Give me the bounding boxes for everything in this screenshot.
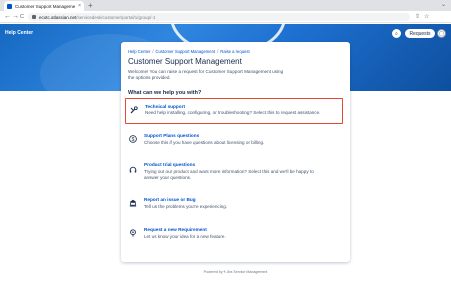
address-bar[interactable]: ecotc.atlassian.net/servicedesk/customer… bbox=[28, 13, 410, 21]
request-type-support-plans[interactable]: $ Support Plans questions Choose this if… bbox=[128, 133, 340, 149]
request-type-name: Report an issue or Bug bbox=[144, 197, 196, 202]
lightbulb-icon bbox=[129, 229, 137, 237]
request-type-technical-support[interactable]: Technical support Need help installing, … bbox=[125, 98, 343, 124]
browser-toolbar: ← → C ecotc.atlassian.net/servicedesk/cu… bbox=[0, 11, 451, 23]
request-type-new-requirement[interactable]: Request a new Requirement Let us know yo… bbox=[128, 227, 340, 243]
request-type-description: Choose this if you have questions about … bbox=[144, 140, 265, 145]
headset-icon bbox=[129, 166, 137, 174]
request-type-description: Let us know your idea for a new feature. bbox=[144, 234, 226, 239]
request-type-name: Support Plans questions bbox=[144, 133, 200, 138]
request-type-name: Product trial questions bbox=[144, 162, 196, 167]
browser-tab[interactable]: Customer Support Manageme × bbox=[4, 1, 84, 11]
powered-by-footer: Powered by ϟ Jira Service Management bbox=[121, 270, 350, 274]
breadcrumb-separator: / bbox=[217, 49, 219, 54]
welcome-message: Welcome! You can raise a request for Cus… bbox=[128, 69, 284, 81]
breadcrumb-raise-request[interactable]: Raise a request bbox=[220, 49, 249, 54]
request-type-description: Tell us the problems you're experiencing… bbox=[144, 204, 228, 209]
tab-search-icon[interactable]: ⌄ bbox=[441, 1, 446, 10]
requests-button[interactable]: Requests bbox=[405, 29, 435, 38]
browser-tab-strip: Customer Support Manageme × + ⌄ bbox=[0, 0, 451, 11]
atlassian-favicon-icon bbox=[7, 3, 12, 9]
bug-icon bbox=[129, 199, 137, 207]
search-icon[interactable]: ⌕ bbox=[392, 29, 401, 38]
request-type-name: Request a new Requirement bbox=[144, 227, 207, 232]
new-tab-button[interactable]: + bbox=[88, 1, 93, 10]
breadcrumb-separator: / bbox=[152, 49, 154, 54]
breadcrumb: Help Center / Customer Support Management /… bbox=[128, 49, 250, 54]
jira-bolt-icon: ϟ bbox=[223, 270, 226, 274]
profile-avatar[interactable]: ◯ bbox=[437, 29, 446, 38]
request-type-name: Technical support bbox=[145, 104, 186, 109]
wrench-icon bbox=[130, 106, 138, 114]
dollar-icon: $ bbox=[129, 135, 137, 143]
svg-text:$: $ bbox=[132, 137, 135, 143]
url-path: /servicedesk/customer/portal/1/group/-1 bbox=[76, 14, 156, 20]
breadcrumb-help-center[interactable]: Help Center bbox=[128, 49, 150, 54]
breadcrumb-portal[interactable]: Customer Support Management bbox=[156, 49, 216, 54]
request-type-product-trial[interactable]: Product trial questions Trying out our p… bbox=[128, 162, 340, 184]
page-title: Customer Support Management bbox=[128, 57, 242, 66]
bookmark-star-icon[interactable]: ☆ bbox=[424, 13, 429, 21]
request-form-card: Help Center / Customer Support Management /… bbox=[121, 42, 350, 274]
section-heading: What can we help you with? bbox=[128, 90, 202, 96]
request-type-description: Trying out our product and want more inf… bbox=[144, 169, 314, 181]
reload-button[interactable]: C bbox=[20, 12, 24, 22]
help-center-link[interactable]: Help Center bbox=[5, 30, 33, 36]
request-type-report-bug[interactable]: Report an issue or Bug Tell us the probl… bbox=[128, 197, 340, 213]
powered-by-product[interactable]: Jira Service Management bbox=[227, 270, 268, 274]
back-button[interactable]: ← bbox=[4, 12, 11, 22]
powered-by-prefix: Powered by bbox=[203, 270, 223, 274]
site-info-icon[interactable] bbox=[32, 15, 36, 19]
close-tab-icon[interactable]: × bbox=[78, 3, 81, 9]
url-host: ecotc.atlassian.net bbox=[39, 14, 77, 20]
browser-tab-title: Customer Support Manageme bbox=[15, 3, 76, 9]
url-text: ecotc.atlassian.net/servicedesk/customer… bbox=[39, 15, 155, 20]
share-icon[interactable]: ⇧ bbox=[415, 13, 420, 21]
request-type-description: Need help installing, configuring, or tr… bbox=[145, 110, 321, 115]
forward-button[interactable]: → bbox=[12, 12, 19, 22]
